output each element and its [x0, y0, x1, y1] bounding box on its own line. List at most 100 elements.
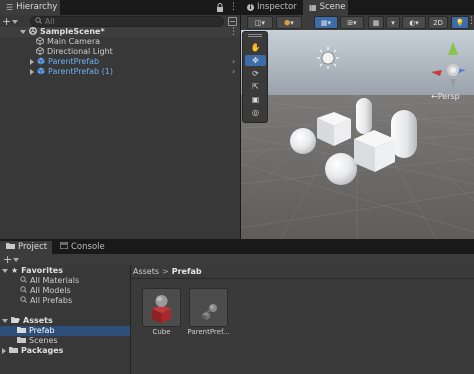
draw-mode-button[interactable]: ▾ [386, 16, 400, 29]
tab-hierarchy-label: Hierarchy [16, 2, 58, 12]
folder-icon [17, 326, 26, 336]
hierarchy-icon: ☰ [6, 3, 14, 12]
lock-icon[interactable] [216, 3, 224, 12]
chevron-right-icon[interactable]: › [232, 67, 235, 77]
scene-visibility-icon[interactable] [228, 17, 237, 26]
favorite-item-all-materials[interactable]: All Materials [20, 276, 79, 286]
info-icon: i [247, 4, 254, 11]
expand-arrow-icon[interactable] [30, 59, 34, 65]
overlay-drag-handle[interactable] [248, 34, 262, 37]
pivot-tool-button[interactable]: ◫ ▾ [247, 16, 273, 29]
rotate-tool[interactable]: ⟳ [245, 68, 266, 79]
scene-kebab-icon[interactable]: ⋮ [229, 27, 238, 37]
scene-render[interactable]: ←Persp [241, 30, 474, 239]
hierarchy-item-main-camera[interactable]: Main Camera [36, 36, 101, 47]
chevron-down-icon: ▾ [391, 18, 395, 27]
pivot-icon: ◫ [254, 18, 262, 27]
search-icon [20, 296, 27, 306]
search-icon [20, 286, 27, 296]
asset-parentprefab-label: ParentPref... [187, 328, 230, 336]
tab-scene[interactable]: ▦ Scene [303, 0, 348, 15]
hierarchy-item-parentprefab-1[interactable]: ParentPrefab (1) › [30, 67, 240, 77]
expand-arrow-icon[interactable] [20, 30, 26, 34]
hierarchy-item-parentprefab[interactable]: ParentPrefab › [30, 57, 240, 67]
breadcrumb-item-prefab[interactable]: Prefab [172, 267, 202, 276]
hierarchy-tab-bar: ☰ Hierarchy ⋮ [0, 0, 240, 15]
chevron-down-icon [12, 19, 19, 24]
expand-arrow-icon[interactable] [2, 319, 8, 323]
favorite-item-label: All Prefabs [30, 296, 73, 305]
move-tool[interactable]: ✥ [245, 55, 266, 66]
folder-item-scenes[interactable]: Scenes [17, 336, 58, 346]
favorite-item-label: All Models [30, 286, 71, 295]
hierarchy-search-field[interactable]: All [30, 16, 224, 27]
plus-icon: + [3, 252, 13, 266]
folder-item-label: Scenes [29, 336, 58, 345]
toggle-2d-label: 2D [433, 18, 443, 27]
tab-console[interactable]: Console [54, 241, 106, 254]
plus-icon: + [2, 14, 12, 28]
scale-tool[interactable]: ⇱ [245, 81, 266, 92]
star-icon: ★ [11, 266, 19, 275]
rect-tool[interactable]: ▣ [245, 94, 266, 105]
folder-open-icon [11, 316, 20, 326]
favorites-label: Favorites [21, 266, 63, 275]
transform-icon: ◎ [252, 108, 259, 117]
hierarchy-add-button[interactable]: + [2, 14, 19, 28]
expand-arrow-icon[interactable] [2, 269, 8, 273]
project-add-button[interactable]: + [3, 252, 20, 266]
kebab-menu-icon[interactable]: ⋮ [229, 2, 238, 13]
tab-inspector[interactable]: i Inspector [241, 0, 303, 15]
scene-root-row[interactable]: SampleScene* ⋮ [0, 26, 240, 37]
breadcrumb: Assets > Prefab [133, 266, 202, 277]
scene-tab-bar: i Inspector ▦ Scene [241, 0, 474, 15]
tab-hierarchy[interactable]: ☰ Hierarchy [0, 0, 60, 15]
assets-label: Assets [23, 316, 53, 325]
folder-item-prefab[interactable]: Prefab [0, 326, 130, 336]
favorite-item-all-prefabs[interactable]: All Prefabs [20, 296, 72, 306]
sphere-icon: ◐ [409, 18, 416, 27]
expand-arrow-icon[interactable] [30, 69, 34, 75]
cube-prefab-thumbnail [152, 295, 171, 323]
asset-parentprefab[interactable] [189, 288, 228, 327]
scene-viewport[interactable]: ←Persp [241, 30, 474, 239]
assets-row[interactable]: Assets [2, 316, 53, 326]
toggle-gizmo-button[interactable]: ▦ [368, 16, 384, 29]
sphere-left [290, 128, 316, 154]
tab-console-label: Console [71, 242, 105, 252]
breadcrumb-item-assets[interactable]: Assets [133, 267, 159, 276]
hierarchy-item-label: Directional Light [47, 47, 113, 56]
cube-icon: ⬢ [284, 18, 291, 27]
local-global-button[interactable]: ⬢ ▾ [276, 16, 302, 29]
expand-arrow-icon[interactable] [2, 348, 6, 354]
move-icon: ✥ [252, 56, 259, 65]
hierarchy-item-label: Main Camera [47, 37, 101, 46]
console-icon [59, 241, 69, 254]
lighting-toggle-button[interactable]: 💡 [451, 16, 469, 29]
tab-inspector-label: Inspector [257, 2, 297, 12]
scene-name: SampleScene* [40, 27, 105, 36]
hand-tool[interactable]: ✋ [245, 42, 266, 53]
shading-mode-button[interactable]: ◐ ▾ [402, 16, 426, 29]
breadcrumb-divider [131, 278, 474, 279]
breadcrumb-separator: > [162, 267, 169, 276]
toggle-2d-button[interactable]: 2D [428, 16, 448, 29]
snap-icon: ⊞ [347, 18, 354, 27]
grid-snap-button[interactable]: ▦ ▾ [314, 16, 338, 29]
favorite-item-label: All Materials [30, 276, 80, 285]
hierarchy-item-directional-light[interactable]: Directional Light [36, 46, 113, 57]
packages-row[interactable]: Packages [2, 346, 63, 356]
favorites-row[interactable]: ★ Favorites [2, 266, 63, 276]
favorite-item-all-models[interactable]: All Models [20, 286, 71, 296]
hierarchy-search-placeholder: All [45, 17, 55, 26]
asset-cube[interactable] [142, 288, 181, 327]
project-toolbar: + [0, 254, 474, 265]
asset-cube-label: Cube [152, 328, 171, 336]
transform-tool[interactable]: ◎ [245, 107, 266, 118]
rect-icon: ▣ [251, 95, 260, 104]
snap-increment-button[interactable]: ⊞ ▾ [340, 16, 364, 29]
chevron-right-icon[interactable]: › [232, 57, 235, 67]
toolbar-grid-icon: ▦ [372, 18, 380, 27]
hierarchy-item-label: ParentPrefab (1) [48, 67, 113, 76]
prefab-cube-icon [37, 67, 45, 78]
